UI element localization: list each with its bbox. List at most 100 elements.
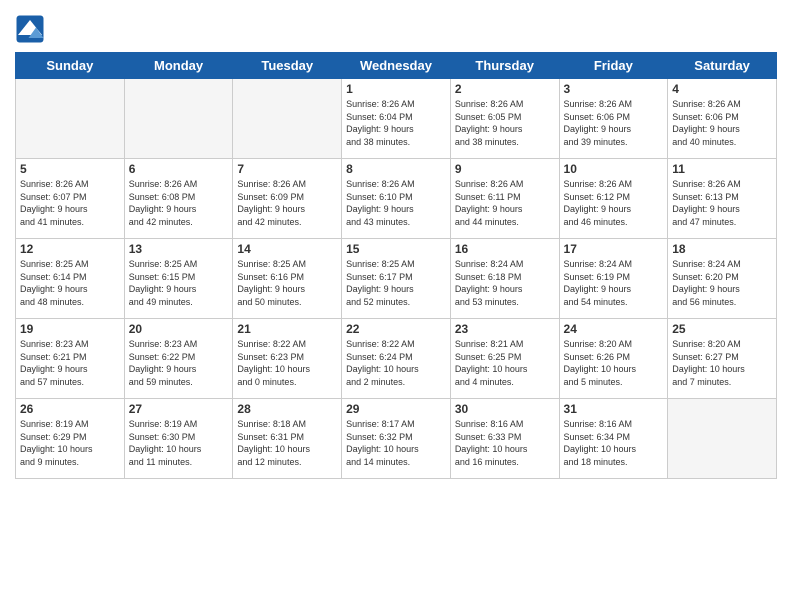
day-number: 22 (346, 322, 446, 336)
calendar-cell: 9 Sunrise: 8:26 AM Sunset: 6:11 PM Daylig… (450, 159, 559, 239)
day-info: Sunrise: 8:25 AM Sunset: 6:14 PM Dayligh… (20, 258, 120, 308)
day-info: Sunrise: 8:22 AM Sunset: 6:23 PM Dayligh… (237, 338, 337, 388)
calendar-cell: 2 Sunrise: 8:26 AM Sunset: 6:05 PM Daylig… (450, 79, 559, 159)
day-number: 24 (564, 322, 664, 336)
day-info: Sunrise: 8:19 AM Sunset: 6:29 PM Dayligh… (20, 418, 120, 468)
calendar-cell: 3Sunrise: 8:26 AM Sunset: 6:06 PM Daylig… (559, 79, 668, 159)
day-number: 7 (237, 162, 337, 176)
day-header-friday: Friday (559, 53, 668, 79)
day-number: 11 (672, 162, 772, 176)
day-info: Sunrise: 8:16 AM Sunset: 6:34 PM Dayligh… (564, 418, 664, 468)
day-number: 18 (672, 242, 772, 256)
day-number: 3 (564, 82, 664, 96)
logo (15, 14, 47, 44)
day-info: Sunrise: 8:21 AM Sunset: 6:25 PM Dayligh… (455, 338, 555, 388)
calendar-cell: 23 Sunrise: 8:21 AM Sunset: 6:25 PM Dayli… (450, 319, 559, 399)
calendar-cell: 12 Sunrise: 8:25 AM Sunset: 6:14 PM Dayli… (16, 239, 125, 319)
day-number: 15 (346, 242, 446, 256)
calendar-cell: 11Sunrise: 8:26 AM Sunset: 6:13 PM Dayli… (668, 159, 777, 239)
calendar-cell: 18 Sunrise: 8:24 AM Sunset: 6:20 PM Dayli… (668, 239, 777, 319)
day-headers: SundayMondayTuesdayWednesdayThursdayFrid… (16, 53, 777, 79)
day-header-wednesday: Wednesday (342, 53, 451, 79)
header (15, 10, 777, 44)
day-number: 5 (20, 162, 120, 176)
day-info: Sunrise: 8:26 AM Sunset: 6:12 PM Dayligh… (564, 178, 664, 228)
day-header-tuesday: Tuesday (233, 53, 342, 79)
day-info: Sunrise: 8:24 AM Sunset: 6:20 PM Dayligh… (672, 258, 772, 308)
day-number: 25 (672, 322, 772, 336)
day-number: 23 (455, 322, 555, 336)
day-info: Sunrise: 8:20 AM Sunset: 6:27 PM Dayligh… (672, 338, 772, 388)
day-info: Sunrise: 8:24 AM Sunset: 6:18 PM Dayligh… (455, 258, 555, 308)
day-number: 13 (129, 242, 229, 256)
day-info: Sunrise: 8:26 AM Sunset: 6:10 PM Dayligh… (346, 178, 446, 228)
logo-icon (15, 14, 45, 44)
day-number: 12 (20, 242, 120, 256)
day-number: 31 (564, 402, 664, 416)
calendar-cell: 6 Sunrise: 8:26 AM Sunset: 6:08 PM Daylig… (124, 159, 233, 239)
day-info: Sunrise: 8:16 AM Sunset: 6:33 PM Dayligh… (455, 418, 555, 468)
day-info: Sunrise: 8:22 AM Sunset: 6:24 PM Dayligh… (346, 338, 446, 388)
calendar-cell: 31 Sunrise: 8:16 AM Sunset: 6:34 PM Dayli… (559, 399, 668, 479)
calendar-cell: 21 Sunrise: 8:22 AM Sunset: 6:23 PM Dayli… (233, 319, 342, 399)
calendar-cell: 14Sunrise: 8:25 AM Sunset: 6:16 PM Dayli… (233, 239, 342, 319)
day-number: 26 (20, 402, 120, 416)
day-number: 16 (455, 242, 555, 256)
calendar-cell: 19 Sunrise: 8:23 AM Sunset: 6:21 PM Dayli… (16, 319, 125, 399)
calendar-cell: 24 Sunrise: 8:20 AM Sunset: 6:26 PM Dayli… (559, 319, 668, 399)
day-number: 6 (129, 162, 229, 176)
calendar-cell: 22 Sunrise: 8:22 AM Sunset: 6:24 PM Dayli… (342, 319, 451, 399)
calendar-cell (668, 399, 777, 479)
day-info: Sunrise: 8:26 AM Sunset: 6:08 PM Dayligh… (129, 178, 229, 228)
day-info: Sunrise: 8:26 AM Sunset: 6:11 PM Dayligh… (455, 178, 555, 228)
day-number: 10 (564, 162, 664, 176)
day-info: Sunrise: 8:23 AM Sunset: 6:21 PM Dayligh… (20, 338, 120, 388)
day-number: 8 (346, 162, 446, 176)
calendar-cell: 5Sunrise: 8:26 AM Sunset: 6:07 PM Daylig… (16, 159, 125, 239)
day-info: Sunrise: 8:25 AM Sunset: 6:17 PM Dayligh… (346, 258, 446, 308)
day-number: 4 (672, 82, 772, 96)
day-info: Sunrise: 8:26 AM Sunset: 6:09 PM Dayligh… (237, 178, 337, 228)
day-number: 1 (346, 82, 446, 96)
day-number: 21 (237, 322, 337, 336)
calendar-cell: 20 Sunrise: 8:23 AM Sunset: 6:22 PM Dayli… (124, 319, 233, 399)
calendar-cell: 13 Sunrise: 8:25 AM Sunset: 6:15 PM Dayli… (124, 239, 233, 319)
day-info: Sunrise: 8:20 AM Sunset: 6:26 PM Dayligh… (564, 338, 664, 388)
day-number: 19 (20, 322, 120, 336)
day-info: Sunrise: 8:26 AM Sunset: 6:04 PM Dayligh… (346, 98, 446, 148)
day-info: Sunrise: 8:23 AM Sunset: 6:22 PM Dayligh… (129, 338, 229, 388)
calendar-table: SundayMondayTuesdayWednesdayThursdayFrid… (15, 52, 777, 479)
day-info: Sunrise: 8:17 AM Sunset: 6:32 PM Dayligh… (346, 418, 446, 468)
day-number: 17 (564, 242, 664, 256)
calendar-cell: 27Sunrise: 8:19 AM Sunset: 6:30 PM Dayli… (124, 399, 233, 479)
calendar-cell: 7 Sunrise: 8:26 AM Sunset: 6:09 PM Daylig… (233, 159, 342, 239)
day-number: 14 (237, 242, 337, 256)
week-row-1: 5Sunrise: 8:26 AM Sunset: 6:07 PM Daylig… (16, 159, 777, 239)
day-number: 29 (346, 402, 446, 416)
calendar-cell: 17 Sunrise: 8:24 AM Sunset: 6:19 PM Dayli… (559, 239, 668, 319)
day-header-thursday: Thursday (450, 53, 559, 79)
day-info: Sunrise: 8:25 AM Sunset: 6:15 PM Dayligh… (129, 258, 229, 308)
calendar-cell (233, 79, 342, 159)
week-row-2: 12 Sunrise: 8:25 AM Sunset: 6:14 PM Dayli… (16, 239, 777, 319)
day-info: Sunrise: 8:26 AM Sunset: 6:05 PM Dayligh… (455, 98, 555, 148)
day-number: 27 (129, 402, 229, 416)
calendar-cell: 4 Sunrise: 8:26 AM Sunset: 6:06 PM Daylig… (668, 79, 777, 159)
day-header-monday: Monday (124, 53, 233, 79)
week-row-3: 19 Sunrise: 8:23 AM Sunset: 6:21 PM Dayli… (16, 319, 777, 399)
day-number: 28 (237, 402, 337, 416)
day-info: Sunrise: 8:18 AM Sunset: 6:31 PM Dayligh… (237, 418, 337, 468)
day-number: 2 (455, 82, 555, 96)
day-number: 9 (455, 162, 555, 176)
day-number: 20 (129, 322, 229, 336)
day-info: Sunrise: 8:26 AM Sunset: 6:06 PM Dayligh… (672, 98, 772, 148)
week-row-0: 1 Sunrise: 8:26 AM Sunset: 6:04 PM Daylig… (16, 79, 777, 159)
day-number: 30 (455, 402, 555, 416)
page: SundayMondayTuesdayWednesdayThursdayFrid… (0, 0, 792, 612)
calendar-cell: 28 Sunrise: 8:18 AM Sunset: 6:31 PM Dayli… (233, 399, 342, 479)
calendar-cell: 8 Sunrise: 8:26 AM Sunset: 6:10 PM Daylig… (342, 159, 451, 239)
calendar-cell: 26 Sunrise: 8:19 AM Sunset: 6:29 PM Dayli… (16, 399, 125, 479)
calendar-cell: 30 Sunrise: 8:16 AM Sunset: 6:33 PM Dayli… (450, 399, 559, 479)
day-info: Sunrise: 8:24 AM Sunset: 6:19 PM Dayligh… (564, 258, 664, 308)
calendar-cell (16, 79, 125, 159)
